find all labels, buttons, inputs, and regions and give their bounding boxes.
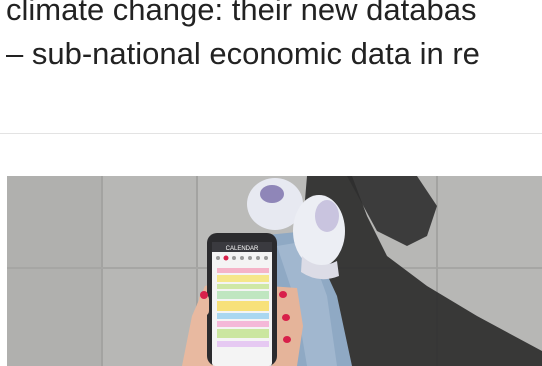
article-page: climate change: their new databas – sub-… xyxy=(0,0,542,366)
photo-illustration: CALENDAR xyxy=(7,176,542,366)
article-paragraph: climate change: their new databas – sub-… xyxy=(6,0,542,76)
phone-header-text: CALENDAR xyxy=(226,246,259,252)
paragraph-line-1: climate change: their new databas xyxy=(6,0,477,27)
section-divider xyxy=(0,133,542,134)
paragraph-line-2: – sub-national economic data in re xyxy=(6,36,480,71)
article-photo[interactable]: CALENDAR xyxy=(7,176,542,366)
